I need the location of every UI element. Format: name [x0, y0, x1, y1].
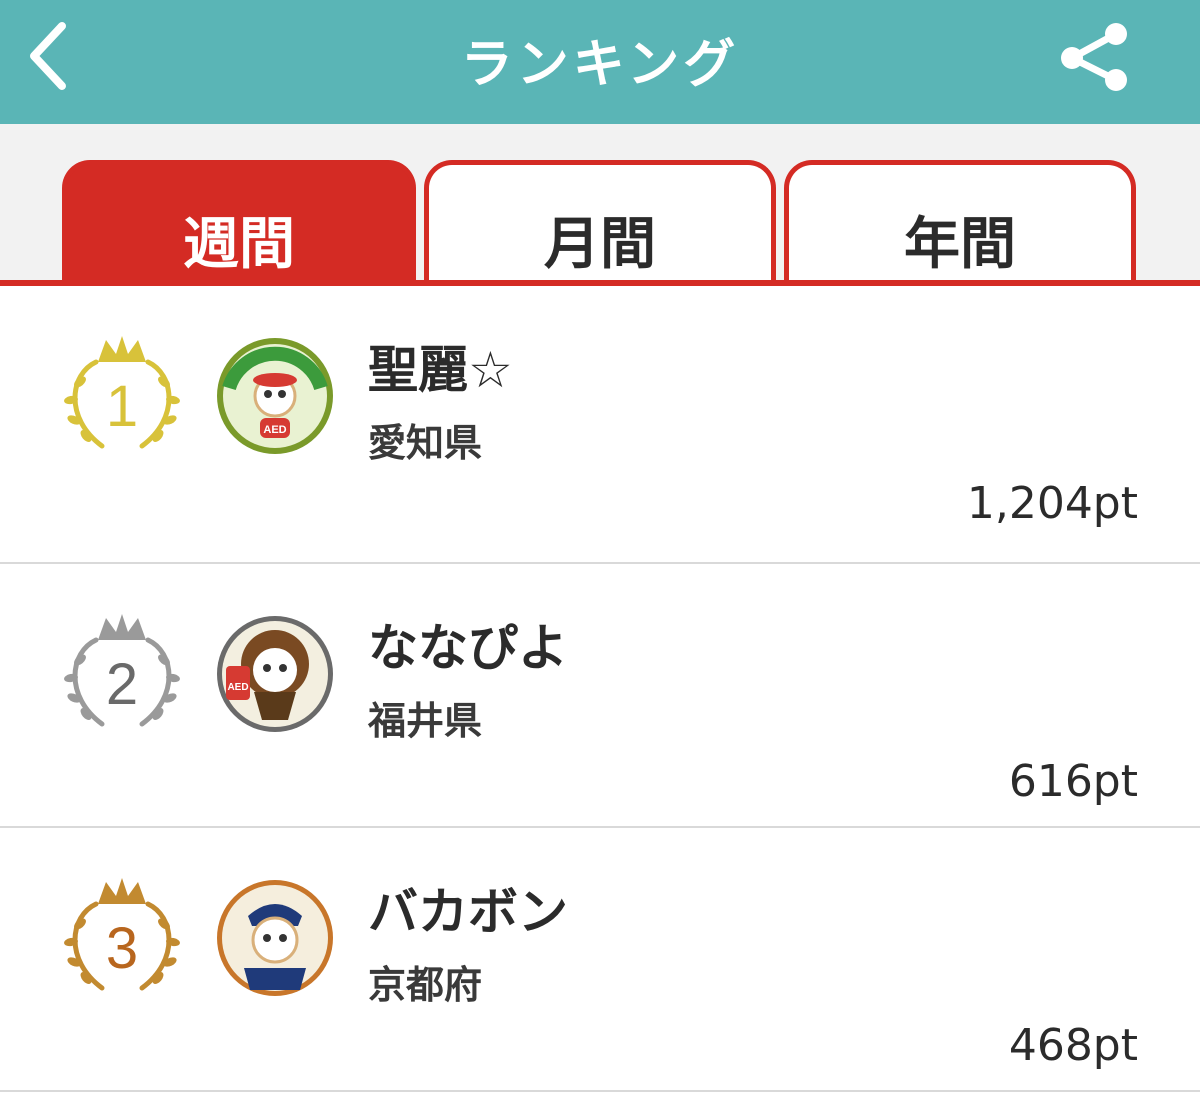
user-prefecture: 愛知県	[368, 421, 483, 465]
page-title: ランキング	[460, 35, 740, 95]
tab-weekly-label: 週間	[183, 212, 295, 277]
user-name: ななぴよ	[368, 619, 568, 677]
user-points: 616pt	[1008, 756, 1138, 807]
user-prefecture: 京都府	[368, 963, 483, 1007]
user-points: 468pt	[1008, 1020, 1138, 1071]
user-name: 聖麗☆	[368, 341, 513, 399]
tab-yearly-label: 年間	[904, 212, 1016, 277]
ranking-row[interactable]: 1 AED 聖麗☆ 愛知県 1,204pt	[0, 286, 1200, 564]
avatar-badge-text: AED	[227, 682, 248, 693]
rank-number: 2	[106, 652, 138, 717]
ranking-row[interactable]: 3 バカボン 京都府 468pt	[0, 828, 1200, 1092]
tab-weekly[interactable]: 週間	[62, 160, 416, 286]
user-avatar: AED	[217, 616, 333, 732]
share-button[interactable]	[1058, 20, 1130, 92]
user-avatar: AED	[217, 338, 333, 454]
silver-laurel-rank-icon: 2	[64, 614, 180, 727]
gold-laurel-rank-icon: 1	[64, 336, 180, 449]
share-icon	[1061, 23, 1127, 91]
tab-monthly-label: 月間	[544, 212, 656, 277]
tab-yearly[interactable]: 年間	[784, 160, 1136, 286]
rank-number: 3	[106, 916, 138, 981]
user-prefecture: 福井県	[368, 699, 483, 743]
tab-monthly[interactable]: 月間	[424, 160, 776, 286]
ranking-row[interactable]: 2 AED ななぴよ 福井県 616pt	[0, 564, 1200, 828]
user-points: 1,204pt	[966, 478, 1138, 529]
avatar-badge-text: AED	[263, 424, 286, 436]
user-name: バカボン	[368, 883, 568, 941]
period-tabbar: 週間 月間 年間	[0, 124, 1200, 286]
bronze-laurel-rank-icon: 3	[64, 878, 180, 991]
ranking-list: 1 AED 聖麗☆ 愛知県 1,204pt 2 AED ななぴよ 福井県 616…	[0, 286, 1200, 1092]
app-header: ランキング	[0, 0, 1200, 124]
user-avatar	[217, 880, 333, 996]
rank-number: 1	[106, 374, 138, 439]
